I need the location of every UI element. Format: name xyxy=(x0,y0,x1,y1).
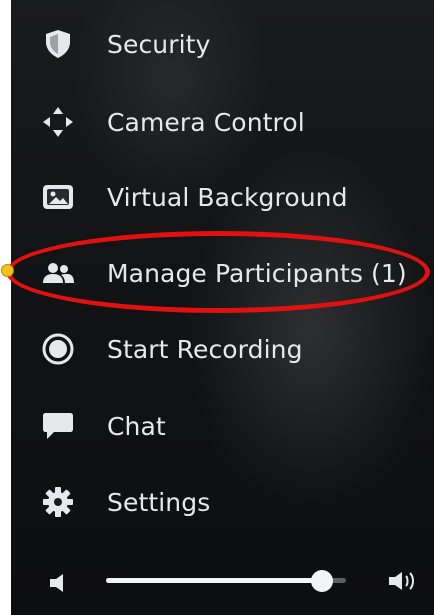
menu-item-label: Start Recording xyxy=(107,334,303,364)
menu-item-label: Security xyxy=(107,29,211,59)
meeting-controls-panel: Security Camera Control Virtual Backgrou… xyxy=(11,0,434,615)
menu-item-settings[interactable]: Settings xyxy=(11,472,434,532)
volume-control xyxy=(11,560,434,600)
volume-low-icon[interactable] xyxy=(39,564,77,602)
shield-icon xyxy=(39,25,77,63)
menu-item-label: Chat xyxy=(107,411,166,441)
menu-item-label: Manage Participants (1) xyxy=(107,258,407,288)
menu-item-start-recording[interactable]: Start Recording xyxy=(11,319,434,379)
menu-item-label: Settings xyxy=(107,487,211,517)
participants-icon xyxy=(39,254,77,292)
volume-high-icon[interactable] xyxy=(383,562,421,600)
menu-item-virtual-background[interactable]: Virtual Background xyxy=(11,167,434,227)
volume-slider-fill xyxy=(106,578,322,583)
menu-item-chat[interactable]: Chat xyxy=(11,396,434,456)
menu-item-security[interactable]: Security xyxy=(11,14,434,74)
volume-slider[interactable] xyxy=(106,570,346,592)
menu-item-camera-control[interactable]: Camera Control xyxy=(11,92,434,152)
menu-item-label: Virtual Background xyxy=(107,182,348,212)
menu-item-manage-participants[interactable]: Manage Participants (1) xyxy=(11,243,434,303)
screenshot-frame: Security Camera Control Virtual Backgrou… xyxy=(0,0,434,615)
menu-item-label: Camera Control xyxy=(107,107,305,137)
volume-slider-handle[interactable] xyxy=(311,570,333,592)
camera-control-icon xyxy=(39,103,77,141)
virtual-background-icon xyxy=(39,178,77,216)
gear-icon xyxy=(39,483,77,521)
record-icon xyxy=(39,330,77,368)
chat-icon xyxy=(39,407,77,445)
annotation-pointer-dot xyxy=(1,264,14,277)
